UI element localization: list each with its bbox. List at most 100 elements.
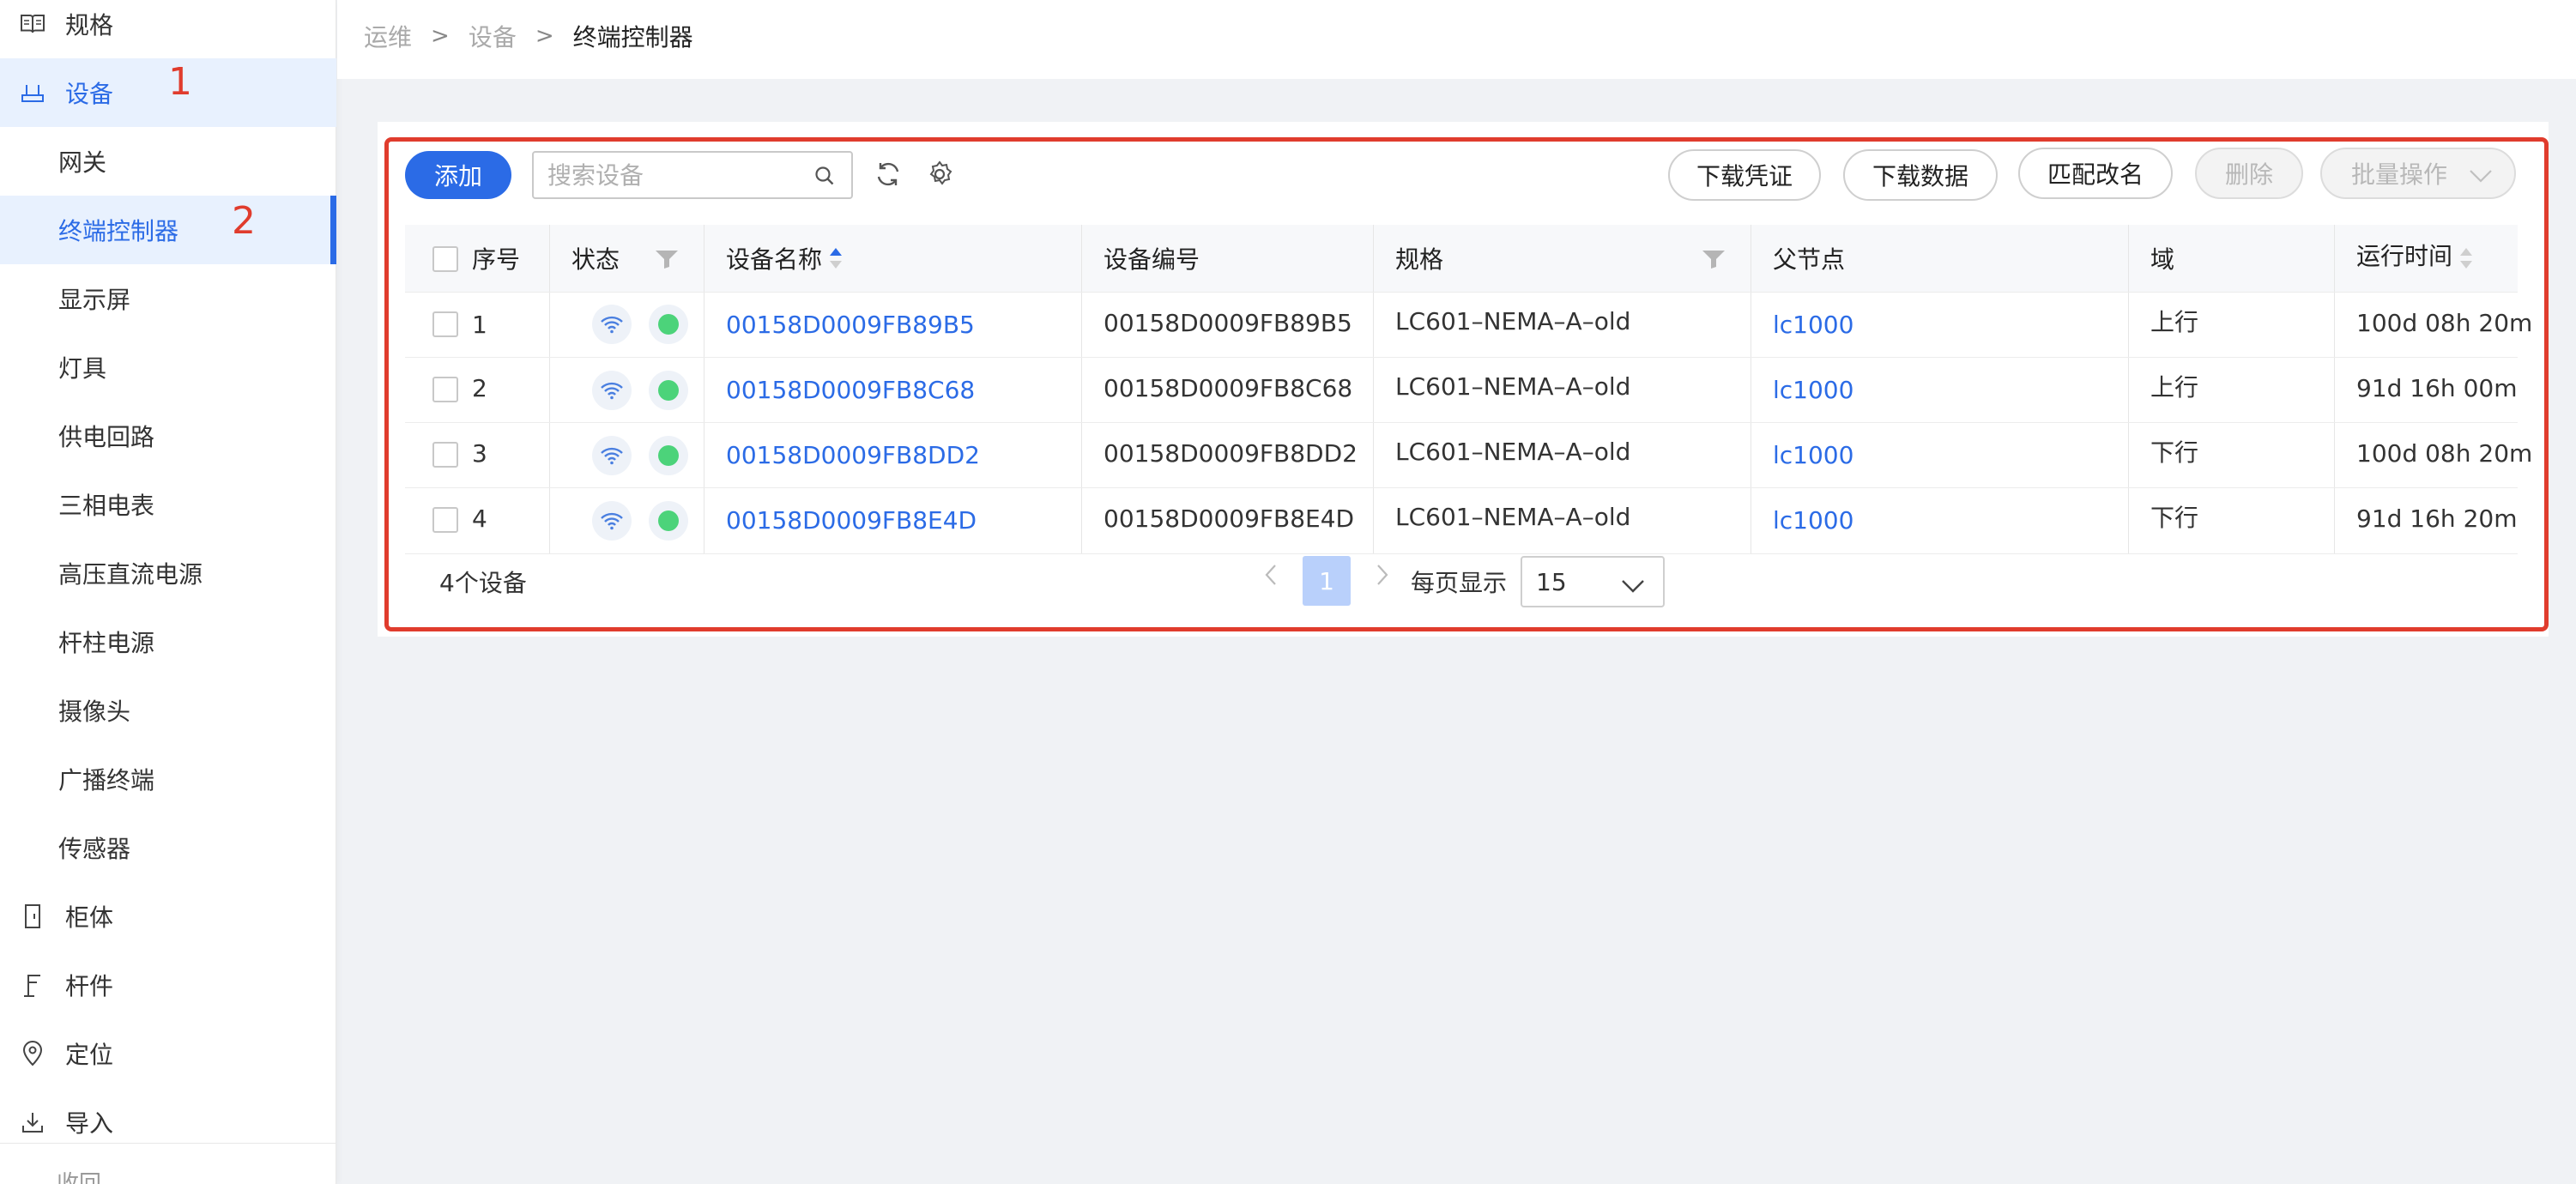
online-status-icon — [649, 501, 688, 541]
column-divider — [1081, 225, 1082, 554]
device-name-link[interactable]: 00158D0009FB8C68 — [726, 357, 975, 422]
sidebar-item-label: 设备 — [65, 80, 114, 108]
sidebar-item-label: 规格 — [65, 11, 114, 39]
search-input[interactable] — [547, 160, 805, 190]
sidebar-item-broadcast-terminal[interactable]: 广播终端 — [0, 745, 336, 813]
device-name-link[interactable]: 00158D0009FB8E4D — [726, 487, 977, 553]
breadcrumb-item[interactable]: 运维 — [364, 19, 412, 53]
total-count: 4个设备 — [439, 569, 527, 597]
device-name-link[interactable]: 00158D0009FB8DD2 — [726, 422, 980, 487]
sidebar-collapse-button[interactable]: 收回 — [0, 1143, 336, 1184]
online-status-icon — [649, 371, 688, 410]
search-icon[interactable] — [813, 165, 838, 189]
wifi-icon — [592, 436, 632, 475]
parent-node-link[interactable]: lc1000 — [1773, 292, 1853, 357]
sidebar-item-hvdc-power[interactable]: 高压直流电源 — [0, 539, 336, 607]
cell-spec: LC601–NEMA–A–old — [1395, 437, 1631, 466]
batch-operations-dropdown[interactable]: 批量操作 — [2320, 148, 2516, 199]
annotation-number: 2 — [232, 199, 256, 243]
breadcrumb-item[interactable]: 设备 — [469, 19, 517, 53]
match-rename-button[interactable]: 匹配改名 — [2018, 148, 2173, 199]
settings-gear-icon[interactable] — [923, 158, 956, 190]
cell-domain: 上行 — [2150, 373, 2199, 402]
sidebar-item-lamp[interactable]: 灯具 — [0, 333, 336, 402]
sidebar-item-cabinet[interactable]: 柜体 — [0, 882, 336, 951]
sidebar-item-label: 高压直流电源 — [58, 560, 203, 589]
select-all-checkbox[interactable] — [432, 246, 458, 272]
sidebar-item-label: 摄像头 — [58, 698, 131, 726]
sort-ascending-icon[interactable] — [827, 245, 844, 275]
add-button[interactable]: 添加 — [405, 151, 511, 199]
download-credentials-button[interactable]: 下载凭证 — [1668, 149, 1821, 201]
breadcrumb: 运维 > 设备 > 终端控制器 — [364, 19, 693, 53]
row-divider — [405, 553, 2518, 554]
column-header-index: 序号 — [472, 245, 521, 274]
download-data-button[interactable]: 下载数据 — [1843, 149, 1998, 201]
column-header-device-name[interactable]: 设备名称 — [726, 225, 822, 292]
wifi-icon — [592, 371, 632, 410]
page-number-current[interactable]: 1 — [1303, 556, 1351, 606]
delete-button[interactable]: 删除 — [2195, 148, 2303, 199]
sidebar-item-terminal-controller[interactable]: 终端控制器 — [0, 196, 336, 264]
wifi-icon — [592, 305, 632, 344]
sidebar-item-label: 显示屏 — [58, 286, 131, 314]
sidebar-item-three-phase-meter[interactable]: 三相电表 — [0, 470, 336, 539]
column-header-device-code: 设备编号 — [1104, 245, 1200, 274]
column-divider — [2334, 225, 2335, 554]
row-checkbox[interactable] — [432, 507, 458, 533]
device-name-link[interactable]: 00158D0009FB89B5 — [726, 292, 975, 357]
button-label: 下载凭证 — [1696, 162, 1793, 190]
cell-domain: 下行 — [2150, 438, 2199, 467]
parent-node-link[interactable]: lc1000 — [1773, 422, 1853, 487]
filter-icon[interactable] — [1701, 249, 1726, 273]
row-checkbox[interactable] — [432, 311, 458, 337]
location-pin-icon — [19, 1040, 46, 1067]
button-label: 匹配改名 — [2047, 160, 2144, 189]
cell-index: 1 — [472, 310, 487, 339]
sort-icon[interactable] — [2458, 245, 2475, 275]
sidebar-item-label: 供电回路 — [58, 423, 155, 451]
parent-node-link[interactable]: lc1000 — [1773, 487, 1853, 553]
button-label: 删除 — [2224, 160, 2273, 189]
sidebar-item-label: 柜体 — [65, 903, 114, 932]
chevron-down-icon — [2468, 163, 2494, 191]
cell-uptime: 91d 16h 00m — [2356, 373, 2518, 402]
sidebar-item-location[interactable]: 定位 — [0, 1019, 336, 1088]
sidebar-item-label: 终端控制器 — [58, 217, 179, 245]
sidebar-item-spec[interactable]: 规格 — [0, 0, 336, 58]
sidebar-item-label: 网关 — [58, 148, 107, 177]
sidebar-item-label: 灯具 — [58, 354, 107, 383]
sidebar-item-label: 杆件 — [65, 972, 114, 1000]
breadcrumb-separator: > — [431, 23, 450, 49]
online-status-icon — [649, 305, 688, 344]
filter-icon[interactable] — [654, 249, 680, 273]
column-divider — [1373, 225, 1374, 554]
parent-node-link[interactable]: lc1000 — [1773, 357, 1853, 422]
column-header-uptime[interactable]: 运行时间 — [2356, 221, 2452, 288]
row-checkbox[interactable] — [432, 377, 458, 402]
import-icon — [19, 1108, 46, 1136]
prev-page-icon[interactable] — [1258, 558, 1284, 592]
search-box — [532, 151, 853, 199]
sidebar-item-display[interactable]: 显示屏 — [0, 264, 336, 333]
refresh-icon[interactable] — [872, 158, 904, 190]
cabinet-icon — [19, 903, 46, 930]
sidebar-item-camera[interactable]: 摄像头 — [0, 676, 336, 745]
chevron-down-icon — [1620, 573, 1646, 601]
sidebar-item-gateway[interactable]: 网关 — [0, 127, 336, 196]
button-label: 批量操作 — [2351, 160, 2448, 189]
cell-uptime: 100d 08h 20m — [2356, 308, 2533, 337]
cell-uptime: 100d 08h 20m — [2356, 438, 2533, 468]
sidebar-item-power-circuit[interactable]: 供电回路 — [0, 402, 336, 470]
sidebar-item-pole-power[interactable]: 杆柱电源 — [0, 607, 336, 676]
cell-spec: LC601–NEMA–A–old — [1395, 502, 1631, 531]
cell-spec: LC601–NEMA–A–old — [1395, 372, 1631, 401]
sidebar-item-pole[interactable]: 杆件 — [0, 951, 336, 1019]
cell-device-code: 00158D0009FB8DD2 — [1104, 438, 1358, 468]
sidebar-item-sensor[interactable]: 传感器 — [0, 813, 336, 882]
per-page-select[interactable]: 15 — [1521, 556, 1665, 607]
sidebar: 规格 设备 1 网关 终端控制器 2 显示屏 灯具 供电回路 三相电表 高压直流… — [0, 0, 336, 1184]
sidebar-item-label: 定位 — [65, 1041, 114, 1069]
next-page-icon[interactable] — [1370, 558, 1395, 592]
row-checkbox[interactable] — [432, 442, 458, 468]
